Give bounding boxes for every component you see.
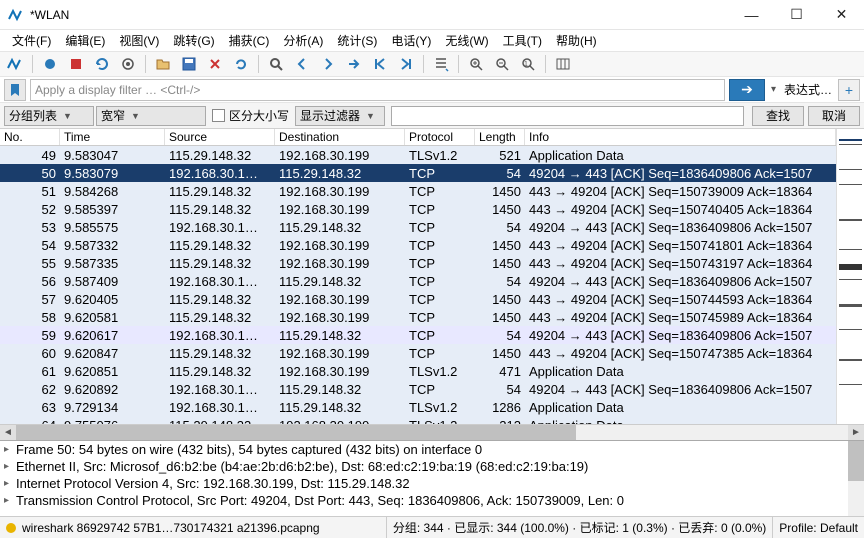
packet-row[interactable]: 609.620847115.29.148.32192.168.30.199TCP… bbox=[0, 344, 836, 362]
menu-item-3[interactable]: 跳转(G) bbox=[167, 30, 220, 51]
packet-minimap-scrollbar[interactable] bbox=[836, 129, 864, 424]
find-button-bar[interactable]: 查找 bbox=[752, 106, 804, 126]
svg-text:1: 1 bbox=[524, 61, 528, 68]
menu-bar: 文件(F)编辑(E)视图(V)跳转(G)捕获(C)分析(A)统计(S)电话(Y)… bbox=[0, 30, 864, 51]
menu-item-5[interactable]: 分析(A) bbox=[277, 30, 329, 51]
search-type-combo[interactable]: 显示过滤器▼ bbox=[295, 106, 385, 126]
app-logo-icon bbox=[4, 53, 26, 75]
main-toolbar: 1 bbox=[0, 51, 864, 77]
packet-list[interactable]: No. Time Source Destination Protocol Len… bbox=[0, 129, 836, 424]
expression-button[interactable]: 表达式… bbox=[782, 81, 834, 98]
go-first-button[interactable] bbox=[369, 53, 391, 75]
menu-item-9[interactable]: 工具(T) bbox=[497, 30, 548, 51]
status-bar: wireshark 86929742 57B1…730174321 a21396… bbox=[0, 516, 864, 538]
add-filter-button[interactable]: + bbox=[838, 79, 860, 101]
minimize-button[interactable]: — bbox=[729, 0, 774, 29]
col-destination[interactable]: Destination bbox=[275, 129, 405, 145]
col-source[interactable]: Source bbox=[165, 129, 275, 145]
go-to-button[interactable] bbox=[343, 53, 365, 75]
packet-row[interactable]: 519.584268115.29.148.32192.168.30.199TCP… bbox=[0, 182, 836, 200]
apply-filter-button[interactable]: ➔ bbox=[729, 79, 765, 101]
status-profile[interactable]: Profile: Default bbox=[773, 517, 864, 538]
detail-tree-item[interactable]: ▸Transmission Control Protocol, Src Port… bbox=[0, 492, 864, 509]
auto-scroll-button[interactable] bbox=[430, 53, 452, 75]
status-packets: 分组: 344 · 已显示: 344 (100.0%) · 已标记: 1 (0.… bbox=[387, 517, 773, 538]
search-in-combo[interactable]: 分组列表▼ bbox=[4, 106, 94, 126]
display-filter-bar: Apply a display filter … <Ctrl-/> ➔ ▾ 表达… bbox=[0, 77, 864, 103]
zoom-in-button[interactable] bbox=[465, 53, 487, 75]
resize-columns-button[interactable] bbox=[552, 53, 574, 75]
packet-row[interactable]: 599.620617192.168.30.1…115.29.148.32TCP5… bbox=[0, 326, 836, 344]
packet-row[interactable]: 619.620851115.29.148.32192.168.30.199TLS… bbox=[0, 362, 836, 380]
packet-row[interactable]: 629.620892192.168.30.1…115.29.148.32TCP5… bbox=[0, 380, 836, 398]
reload-button[interactable] bbox=[230, 53, 252, 75]
find-bar: 分组列表▼ 宽窄▼ 区分大小写 显示过滤器▼ 查找 取消 bbox=[0, 103, 864, 129]
menu-item-1[interactable]: 编辑(E) bbox=[59, 30, 111, 51]
find-button[interactable] bbox=[265, 53, 287, 75]
window-title: *WLAN bbox=[30, 8, 69, 22]
detail-tree-item[interactable]: ▸Ethernet II, Src: Microsof_d6:b2:be (b4… bbox=[0, 458, 864, 475]
packet-row[interactable]: 579.620405115.29.148.32192.168.30.199TCP… bbox=[0, 290, 836, 308]
menu-item-4[interactable]: 捕获(C) bbox=[223, 30, 276, 51]
packet-hscroll[interactable]: ◄ ► bbox=[0, 424, 864, 440]
zoom-reset-button[interactable]: 1 bbox=[517, 53, 539, 75]
packet-row[interactable]: 559.587335115.29.148.32192.168.30.199TCP… bbox=[0, 254, 836, 272]
detail-tree-item[interactable]: ▸Internet Protocol Version 4, Src: 192.1… bbox=[0, 475, 864, 492]
hscroll-left-icon[interactable]: ◄ bbox=[0, 425, 16, 441]
packet-row[interactable]: 499.583047115.29.148.32192.168.30.199TLS… bbox=[0, 146, 836, 164]
menu-item-8[interactable]: 无线(W) bbox=[439, 30, 494, 51]
detail-tree-item[interactable]: ▸Frame 50: 54 bytes on wire (432 bits), … bbox=[0, 441, 864, 458]
close-button[interactable]: ✕ bbox=[819, 0, 864, 29]
packet-row[interactable]: 529.585397115.29.148.32192.168.30.199TCP… bbox=[0, 200, 836, 218]
go-last-button[interactable] bbox=[395, 53, 417, 75]
search-charset-combo[interactable]: 宽窄▼ bbox=[96, 106, 206, 126]
packet-details[interactable]: ▸Frame 50: 54 bytes on wire (432 bits), … bbox=[0, 440, 864, 516]
filter-history-caret[interactable]: ▾ bbox=[769, 84, 778, 95]
col-no[interactable]: No. bbox=[0, 129, 60, 145]
case-sensitive-checkbox[interactable]: 区分大小写 bbox=[212, 107, 289, 124]
menu-item-7[interactable]: 电话(Y) bbox=[385, 30, 437, 51]
packet-row[interactable]: 509.583079192.168.30.1…115.29.148.32TCP5… bbox=[0, 164, 836, 182]
col-length[interactable]: Length bbox=[475, 129, 525, 145]
app-icon bbox=[8, 7, 24, 23]
packet-row[interactable]: 589.620581115.29.148.32192.168.30.199TCP… bbox=[0, 308, 836, 326]
menu-item-0[interactable]: 文件(F) bbox=[6, 30, 57, 51]
restart-capture-button[interactable] bbox=[91, 53, 113, 75]
packet-row[interactable]: 649.755076115.29.148.32192.168.30.199TLS… bbox=[0, 416, 836, 424]
expert-info-icon[interactable] bbox=[6, 523, 16, 533]
col-info[interactable]: Info bbox=[525, 129, 836, 145]
col-time[interactable]: Time bbox=[60, 129, 165, 145]
open-file-button[interactable] bbox=[152, 53, 174, 75]
packet-list-header[interactable]: No. Time Source Destination Protocol Len… bbox=[0, 129, 836, 146]
maximize-button[interactable]: ☐ bbox=[774, 0, 819, 29]
stop-capture-button[interactable] bbox=[65, 53, 87, 75]
close-file-button[interactable] bbox=[204, 53, 226, 75]
packet-row[interactable]: 549.587332115.29.148.32192.168.30.199TCP… bbox=[0, 236, 836, 254]
go-back-button[interactable] bbox=[291, 53, 313, 75]
filter-bookmark-button[interactable] bbox=[4, 79, 26, 101]
details-vscroll[interactable] bbox=[848, 441, 864, 516]
save-file-button[interactable] bbox=[178, 53, 200, 75]
packet-row[interactable]: 569.587409192.168.30.1…115.29.148.32TCP5… bbox=[0, 272, 836, 290]
capture-options-button[interactable] bbox=[117, 53, 139, 75]
hscroll-right-icon[interactable]: ► bbox=[848, 425, 864, 441]
go-forward-button[interactable] bbox=[317, 53, 339, 75]
menu-item-2[interactable]: 视图(V) bbox=[113, 30, 165, 51]
zoom-out-button[interactable] bbox=[491, 53, 513, 75]
search-input[interactable] bbox=[391, 106, 744, 126]
checkbox-icon bbox=[212, 109, 225, 122]
packet-row[interactable]: 639.729134192.168.30.1…115.29.148.32TLSv… bbox=[0, 398, 836, 416]
col-protocol[interactable]: Protocol bbox=[405, 129, 475, 145]
cancel-button[interactable]: 取消 bbox=[808, 106, 860, 126]
title-bar: *WLAN — ☐ ✕ bbox=[0, 0, 864, 30]
packet-row[interactable]: 539.585575192.168.30.1…115.29.148.32TCP5… bbox=[0, 218, 836, 236]
menu-item-6[interactable]: 统计(S) bbox=[331, 30, 383, 51]
start-capture-button[interactable] bbox=[39, 53, 61, 75]
menu-item-10[interactable]: 帮助(H) bbox=[550, 30, 603, 51]
status-file: wireshark 86929742 57B1…730174321 a21396… bbox=[22, 521, 320, 535]
display-filter-input[interactable]: Apply a display filter … <Ctrl-/> bbox=[30, 79, 725, 101]
